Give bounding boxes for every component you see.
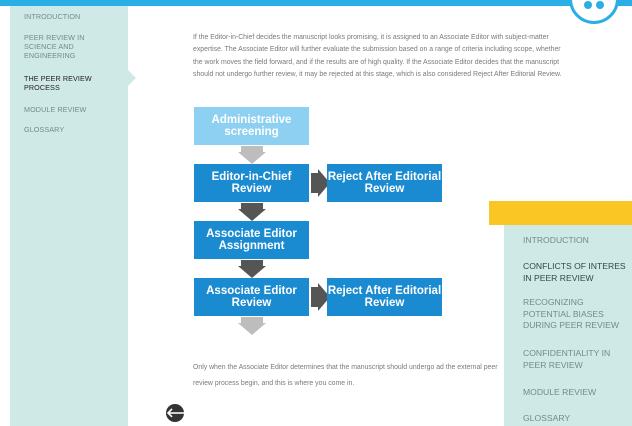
logo[interactable] [569,0,619,24]
overlay-menu: INTRODUCTION CONFLICTS OF INTERES IN PEE… [504,225,632,426]
logo-dot [596,1,604,9]
flow-step-associate-editor-review: Associate Editor Review [194,278,309,316]
flow-step-reject-after-editorial-review: Reject After Editorial Review [327,164,442,202]
sidebar-item-peer-review-process[interactable]: THE PEER REVIEW PROCESS [24,74,119,92]
menu-item-recognizing-biases[interactable]: RECOGNIZING POTENTIAL BIASES DURING PEER… [523,297,632,332]
bottom-paragraph: Only when the Associate Editor determine… [193,364,498,387]
sidebar-item-peer-review-in-science[interactable]: PEER REVIEW IN SCIENCE AND ENGINEERING [24,33,119,60]
intro-paragraph: If the Editor-in-Chief decides the manus… [193,34,562,79]
flow-arrow-down [238,323,266,335]
menu-item-confidentiality[interactable]: CONFIDENTIALITY IN PEER REVIEW [523,348,632,371]
flow-step-editor-in-chief-review: Editor-in-Chief Review [194,164,309,202]
flow-step-associate-editor-assignment: Associate Editor Assignment [194,221,309,259]
sidebar-item-introduction[interactable]: INTRODUCTION [24,12,119,21]
menu-item-glossary[interactable]: GLOSSARY [523,413,632,425]
menu-item-conflicts-of-interest[interactable]: CONFLICTS OF INTERES IN PEER REVIEW [523,261,632,284]
active-indicator-arrow [128,70,136,86]
menu-item-introduction[interactable]: INTRODUCTION [523,235,632,247]
flow-arrow-down [238,266,266,278]
flow-step-administrative-screening: Administrative screening [194,107,309,145]
flow-arrow-down [238,209,266,221]
menu-header-bar [489,201,632,225]
sidebar-nav: INTRODUCTION PEER REVIEW IN SCIENCE AND … [10,6,128,426]
menu-item-module-review[interactable]: MODULE REVIEW [523,387,632,399]
flow-arrow-down [238,152,266,164]
sidebar-item-module-review[interactable]: MODULE REVIEW [24,105,119,114]
logo-dot [584,1,592,9]
back-arrow-icon[interactable]: 🡐 [166,404,201,422]
sidebar-item-glossary[interactable]: GLOSSARY [24,125,119,134]
flow-step-reject-after-editorial-review: Reject After Editorial Review [327,278,442,316]
